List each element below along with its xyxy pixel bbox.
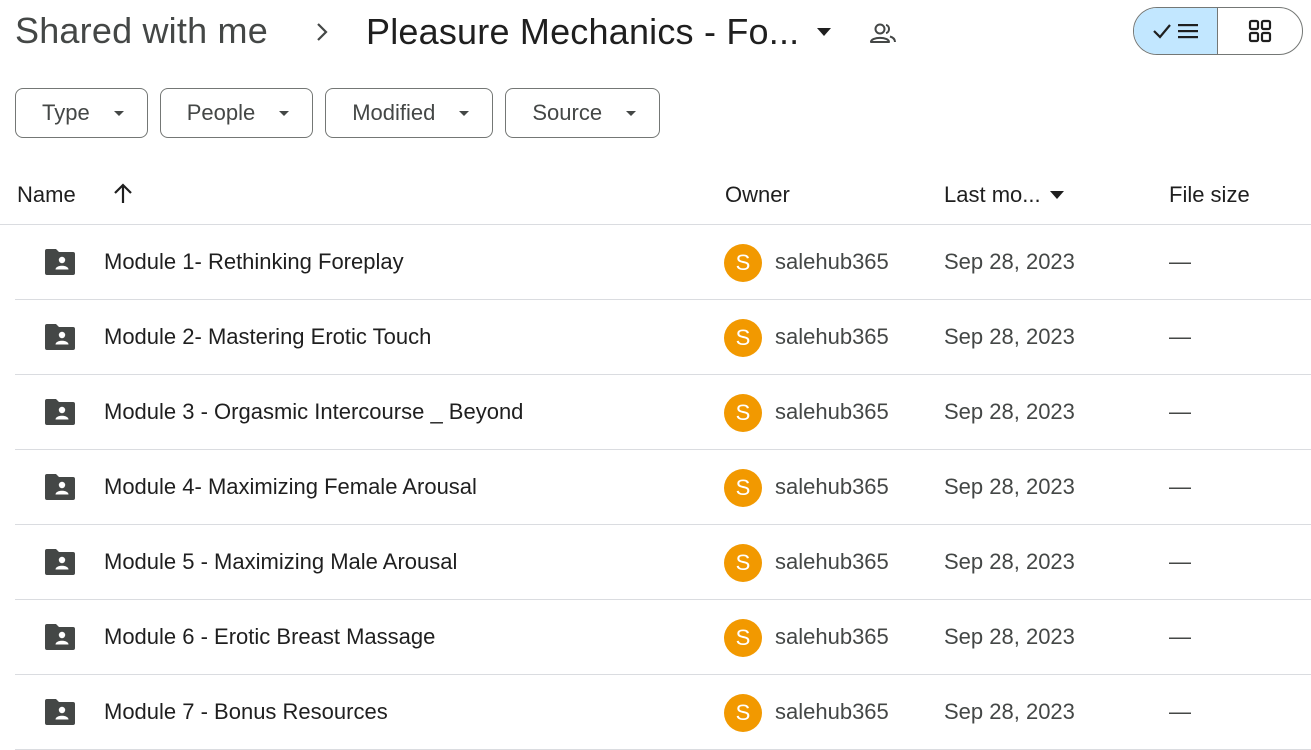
avatar: S xyxy=(724,469,762,507)
owner-name: salehub365 xyxy=(775,699,889,724)
file-size: — xyxy=(1169,249,1191,274)
avatar: S xyxy=(724,394,762,432)
owner-name: salehub365 xyxy=(775,324,889,349)
owner-name: salehub365 xyxy=(775,474,889,499)
caret-down-icon xyxy=(113,111,124,116)
type-filter-chip[interactable]: Type xyxy=(15,88,148,138)
column-header-file-size: File size xyxy=(1169,182,1250,207)
file-list: Module 1- Rethinking Foreplay S salehub3… xyxy=(15,225,1311,750)
file-size: — xyxy=(1169,324,1191,349)
caret-down-icon xyxy=(459,111,470,116)
table-row[interactable]: Module 3 - Orgasmic Intercourse _ Beyond… xyxy=(15,375,1311,450)
chip-label: Modified xyxy=(352,100,436,125)
avatar: S xyxy=(724,544,762,582)
chevron-right-icon xyxy=(317,23,328,41)
caret-down-icon xyxy=(1049,191,1064,199)
filter-bar: Type People Modified Source xyxy=(15,88,661,138)
shared-folder-icon xyxy=(45,699,75,725)
chip-label: Source xyxy=(532,100,603,125)
avatar: S xyxy=(724,319,762,357)
owner-name: salehub365 xyxy=(775,399,889,424)
file-name: Module 3 - Orgasmic Intercourse _ Beyond xyxy=(104,399,524,424)
people-filter-chip[interactable]: People xyxy=(159,88,314,138)
breadcrumb-current-folder[interactable]: Pleasure Mechanics - Fo... xyxy=(366,10,833,54)
table-row[interactable]: Module 7 - Bonus Resources S salehub365 … xyxy=(15,675,1311,750)
column-header-owner: Owner xyxy=(725,182,790,207)
file-name: Module 6 - Erotic Breast Massage xyxy=(104,624,436,649)
caret-down-icon xyxy=(626,111,637,116)
avatar: S xyxy=(724,619,762,657)
people-icon[interactable] xyxy=(868,19,898,49)
header: Shared with me Pleasure Mechanics - Fo..… xyxy=(0,0,1311,66)
table-header: Name Owner Last mo... File size xyxy=(0,170,1311,225)
column-header-label: Last mo... xyxy=(944,182,1041,207)
grid-icon xyxy=(1248,19,1272,43)
chip-label: People xyxy=(186,100,256,125)
last-modified-date: Sep 28, 2023 xyxy=(944,324,1075,349)
shared-folder-icon xyxy=(45,474,75,500)
file-size: — xyxy=(1169,474,1191,499)
check-list-icon xyxy=(1152,24,1198,39)
grid-view-button[interactable] xyxy=(1218,8,1302,54)
chip-label: Type xyxy=(42,100,90,125)
source-filter-chip[interactable]: Source xyxy=(505,88,661,138)
last-modified-date: Sep 28, 2023 xyxy=(944,624,1075,649)
owner-name: salehub365 xyxy=(775,624,889,649)
last-modified-date: Sep 28, 2023 xyxy=(944,699,1075,724)
current-folder-title: Pleasure Mechanics - Fo... xyxy=(366,11,800,52)
shared-folder-icon xyxy=(45,249,75,275)
caret-down-icon xyxy=(817,28,832,36)
owner-name: salehub365 xyxy=(775,549,889,574)
file-name: Module 4- Maximizing Female Arousal xyxy=(104,474,477,499)
file-size: — xyxy=(1169,399,1191,424)
last-modified-date: Sep 28, 2023 xyxy=(944,249,1075,274)
file-name: Module 5 - Maximizing Male Arousal xyxy=(104,549,458,574)
column-header-last-modified[interactable]: Last mo... xyxy=(944,182,1065,208)
file-name: Module 7 - Bonus Resources xyxy=(104,699,388,724)
last-modified-date: Sep 28, 2023 xyxy=(944,474,1075,499)
view-toggle xyxy=(1133,7,1303,55)
last-modified-date: Sep 28, 2023 xyxy=(944,549,1075,574)
file-size: — xyxy=(1169,699,1191,724)
shared-folder-icon xyxy=(45,624,75,650)
avatar: S xyxy=(724,694,762,732)
list-view-button[interactable] xyxy=(1134,8,1218,54)
table-row[interactable]: Module 5 - Maximizing Male Arousal S sal… xyxy=(15,525,1311,600)
avatar: S xyxy=(724,244,762,282)
column-header-name[interactable]: Name xyxy=(17,182,76,208)
owner-name: salehub365 xyxy=(775,249,889,274)
table-row[interactable]: Module 2- Mastering Erotic Touch S saleh… xyxy=(15,300,1311,375)
shared-folder-icon xyxy=(45,399,75,425)
shared-folder-icon xyxy=(45,324,75,350)
file-name: Module 1- Rethinking Foreplay xyxy=(104,249,404,274)
table-row[interactable]: Module 1- Rethinking Foreplay S salehub3… xyxy=(15,225,1311,300)
last-modified-date: Sep 28, 2023 xyxy=(944,399,1075,424)
file-size: — xyxy=(1169,549,1191,574)
file-size: — xyxy=(1169,624,1191,649)
breadcrumb-root[interactable]: Shared with me xyxy=(15,10,268,52)
modified-filter-chip[interactable]: Modified xyxy=(325,88,494,138)
arrow-up-icon[interactable] xyxy=(110,181,136,207)
table-row[interactable]: Module 6 - Erotic Breast Massage S saleh… xyxy=(15,600,1311,675)
table-row[interactable]: Module 4- Maximizing Female Arousal S sa… xyxy=(15,450,1311,525)
shared-folder-icon xyxy=(45,549,75,575)
file-name: Module 2- Mastering Erotic Touch xyxy=(104,324,432,349)
caret-down-icon xyxy=(279,111,290,116)
